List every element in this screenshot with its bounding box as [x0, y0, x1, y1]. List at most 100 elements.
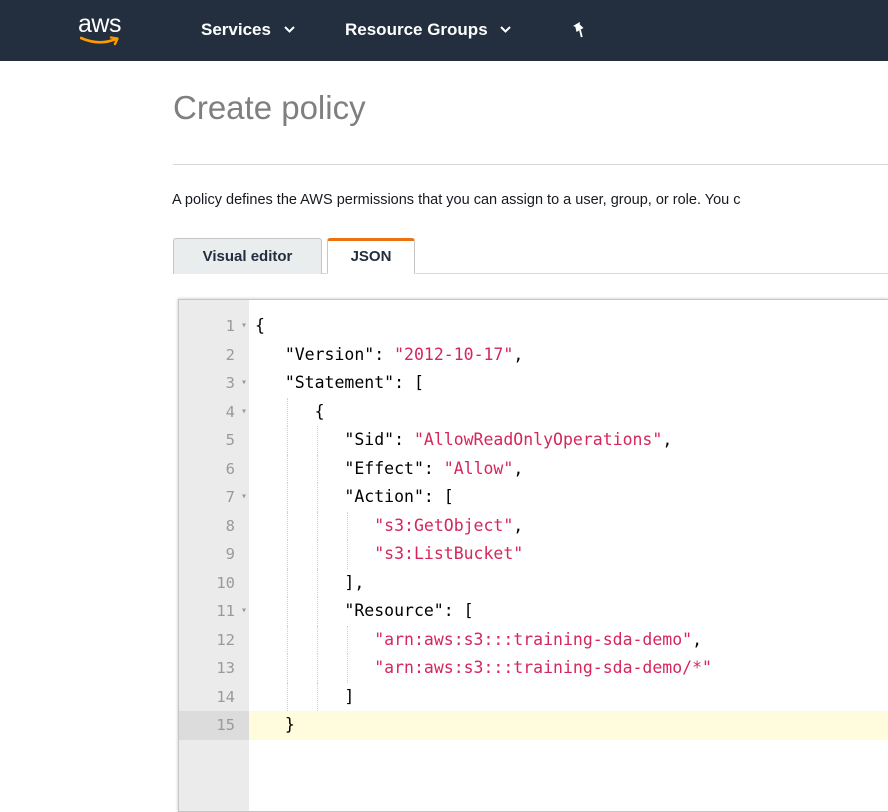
pin-icon[interactable] — [573, 22, 587, 38]
code-line[interactable]: 9 "s3:ListBucket" — [179, 540, 888, 569]
code-text: "Resource": [ — [249, 597, 888, 626]
resource-groups-menu[interactable]: Resource Groups — [345, 19, 512, 41]
line-number: 13 — [216, 659, 235, 677]
indent-guide — [346, 625, 348, 654]
string-token: "arn:aws:s3:::training-sda-demo/*" — [374, 658, 712, 677]
key-token: "Sid" — [344, 430, 395, 449]
services-menu[interactable]: Services — [201, 19, 295, 41]
tab-json[interactable]: JSON — [327, 238, 415, 274]
code-line[interactable]: 1 ▾ { — [179, 312, 888, 341]
aws-console-page: aws Services Resource Groups Create poli… — [0, 0, 888, 812]
indent-guide — [316, 540, 318, 569]
fold-arrow-icon[interactable]: ▾ — [241, 483, 247, 512]
code-text: "Statement": [ — [249, 369, 888, 398]
string-token: "s3:GetObject" — [374, 515, 514, 535]
string-token: "arn:aws:s3:::training-sda-demo" — [374, 629, 693, 649]
punctuation-token: , — [662, 430, 673, 449]
services-menu-label: Services — [201, 20, 271, 39]
code-line[interactable]: 13 "arn:aws:s3:::training-sda-demo/*" — [179, 654, 888, 683]
line-number: 10 — [216, 573, 235, 592]
code-lines: 1 ▾ {2 "Version": "2012-10-17", 3 ▾ "Stateme… — [179, 312, 888, 740]
aws-logo-text: aws — [78, 10, 121, 38]
code-text: } — [249, 711, 888, 740]
fold-arrow-icon[interactable]: ▾ — [241, 398, 247, 427]
line-number: 1 ▾ — [179, 312, 249, 341]
code-text: { — [249, 312, 888, 341]
code-text: "arn:aws:s3:::training-sda-demo/*" — [249, 654, 888, 683]
tab-visual-editor[interactable]: Visual editor — [173, 238, 322, 274]
resource-groups-menu-label: Resource Groups — [345, 20, 488, 39]
indent-guide — [286, 625, 288, 654]
line-number: 5 — [225, 431, 235, 449]
indent-guide — [286, 454, 288, 483]
code-line[interactable]: 15 } — [179, 711, 888, 740]
aws-logo[interactable]: aws — [78, 10, 134, 50]
code-text: "Action": [ — [249, 483, 888, 512]
code-text: { — [249, 397, 888, 426]
indent-guide — [316, 426, 318, 455]
code-line[interactable]: 6 "Effect": "Allow", — [179, 454, 888, 483]
code-line[interactable]: 7 ▾ "Action": [ — [179, 483, 888, 512]
chevron-down-icon — [283, 26, 295, 33]
title-divider — [173, 164, 888, 165]
indent-guide — [286, 568, 288, 597]
string-token: "AllowReadOnlyOperations" — [413, 430, 663, 449]
line-number: 11 ▾ — [179, 597, 249, 626]
code-text: ] — [249, 682, 888, 711]
code-line[interactable]: 8 "s3:GetObject", — [179, 511, 888, 540]
indent-guide — [316, 625, 318, 654]
line-number: 12 — [216, 630, 235, 649]
code-line[interactable]: 12 "arn:aws:s3:::training-sda-demo", — [179, 625, 888, 654]
indent-guide — [286, 511, 288, 540]
indent-guide — [316, 568, 318, 597]
json-code-editor[interactable]: 1 ▾ {2 "Version": "2012-10-17", 3 ▾ "Stateme… — [178, 299, 888, 812]
code-line[interactable]: 3 ▾ "Statement": [ — [179, 369, 888, 398]
indent-guide — [286, 426, 288, 455]
indent-guide — [286, 682, 288, 711]
code-line[interactable]: 11 ▾ "Resource": [ — [179, 597, 888, 626]
key-token: "Version" — [284, 344, 375, 364]
punctuation-token: : — [423, 458, 444, 478]
line-number: 15 — [179, 711, 249, 740]
punctuation-token: , — [692, 629, 703, 649]
indent-guide — [286, 654, 288, 683]
code-text: ], — [249, 568, 888, 597]
indent-guide — [346, 511, 348, 540]
punctuation-token: { — [314, 401, 325, 421]
indent-guide — [316, 654, 318, 683]
code-line[interactable]: 14 ] — [179, 682, 888, 711]
indent-guide — [286, 597, 288, 626]
line-number: 3 ▾ — [179, 369, 249, 398]
line-number: 8 — [225, 516, 235, 535]
line-number: 6 — [225, 459, 235, 478]
page-title: Create policy — [173, 89, 366, 126]
fold-arrow-icon[interactable]: ▾ — [241, 369, 247, 398]
punctuation-token: { — [255, 316, 265, 335]
code-line[interactable]: 4 ▾ { — [179, 397, 888, 427]
indent-guide — [346, 654, 348, 683]
fold-arrow-icon[interactable]: ▾ — [241, 597, 247, 626]
indent-guide — [316, 597, 318, 626]
indent-guide — [316, 511, 318, 540]
string-token: "s3:ListBucket" — [374, 544, 524, 563]
code-line[interactable]: 2 "Version": "2012-10-17", — [179, 341, 888, 370]
line-number: 7 ▾ — [179, 483, 249, 512]
punctuation-token: ] — [344, 686, 355, 706]
key-token: "Resource" — [344, 601, 444, 620]
code-line[interactable]: 5 "Sid": "AllowReadOnlyOperations", — [179, 426, 888, 455]
code-text: "arn:aws:s3:::training-sda-demo", — [249, 625, 888, 654]
fold-arrow-icon[interactable]: ▾ — [241, 312, 247, 341]
code-line[interactable]: 10 ], — [179, 568, 888, 597]
chevron-down-icon — [500, 26, 512, 33]
punctuation-token: ], — [344, 572, 365, 592]
punctuation-token: : [ — [423, 487, 454, 506]
